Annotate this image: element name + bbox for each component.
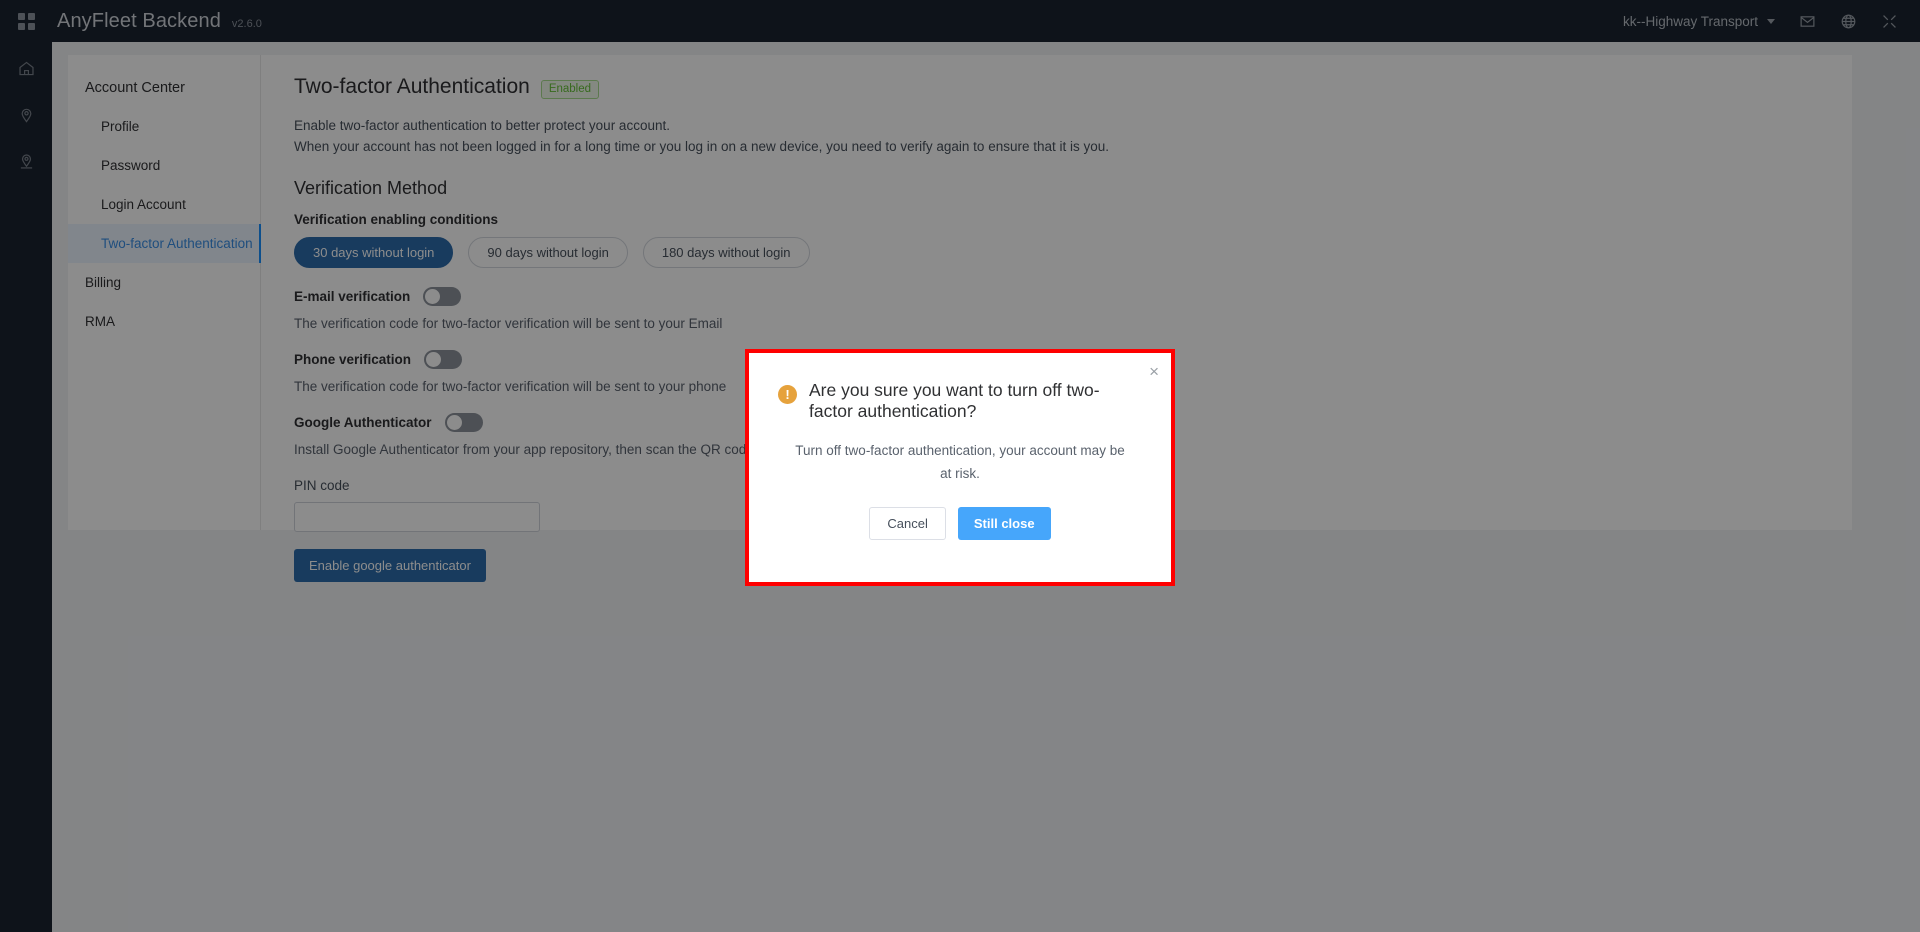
confirm-dialog-highlight: × ! Are you sure you want to turn off tw…: [745, 349, 1175, 586]
close-icon[interactable]: ×: [1149, 363, 1159, 380]
app-root: AnyFleet Backend v2.6.0 kk--Highway Tran…: [0, 0, 1920, 932]
dialog-title: Are you sure you want to turn off two-fa…: [809, 380, 1124, 422]
dialog-actions: Cancel Still close: [778, 507, 1142, 540]
warning-icon: !: [778, 385, 797, 404]
dialog-header: ! Are you sure you want to turn off two-…: [778, 380, 1142, 422]
dialog-message: Turn off two-factor authentication, your…: [778, 439, 1142, 485]
confirm-dialog: × ! Are you sure you want to turn off tw…: [749, 353, 1171, 582]
cancel-button[interactable]: Cancel: [869, 507, 945, 540]
still-close-button[interactable]: Still close: [958, 507, 1051, 540]
